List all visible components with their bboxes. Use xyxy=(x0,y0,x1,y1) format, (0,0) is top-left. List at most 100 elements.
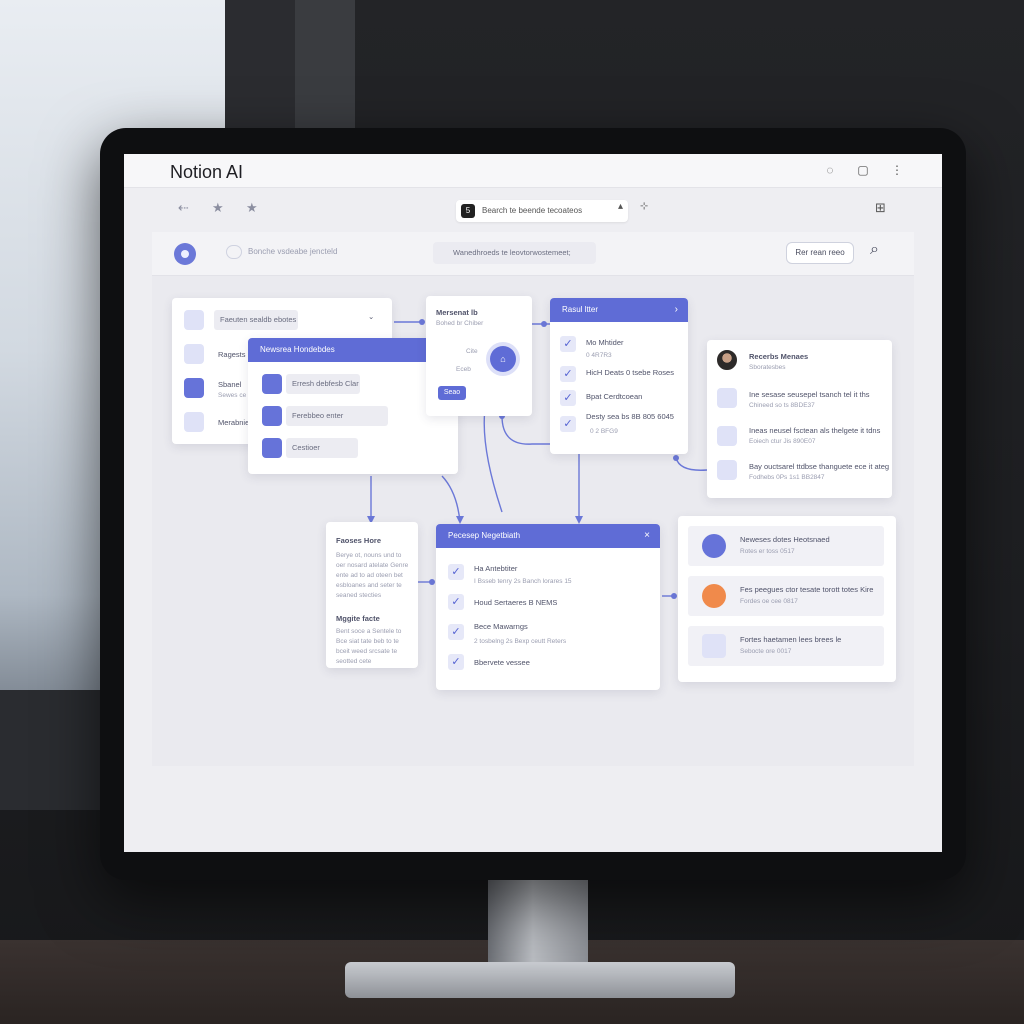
star-icon[interactable]: ★ xyxy=(212,200,224,216)
star-icon[interactable]: ★ xyxy=(246,200,258,216)
checklist-card: Rasul ltter › ✓ Mo Mhtider 0 4R7R3 ✓ Hic… xyxy=(550,298,688,454)
share-icon[interactable]: ▴ xyxy=(618,201,623,212)
window-frame xyxy=(225,0,295,140)
checkmark-icon[interactable]: ✓ xyxy=(448,594,464,610)
people-item: Bay ouctsarel ttdbse thanguete ece it at… xyxy=(749,462,890,471)
more-vertical-icon[interactable]: ⋮ xyxy=(890,163,904,177)
checkmark-icon[interactable]: ✓ xyxy=(448,564,464,580)
checklist-item: HicH Deats 0 tsebe Roses xyxy=(586,368,674,377)
activity-item[interactable]: Fortes haetamen lees brees le Sebocte or… xyxy=(688,626,884,666)
notes-line: seaned stecties xyxy=(336,592,382,599)
back-icon[interactable]: ⇠ xyxy=(178,200,189,216)
site-icon: 5 xyxy=(461,204,475,218)
overlay-item[interactable]: Erresh debfesb Clar xyxy=(286,374,360,394)
tasks-card: Pecesep Negetbiath × ✓ Ha Antebtiter I B… xyxy=(436,524,660,690)
checklist-item-sub: 0 2 BFG9 xyxy=(590,428,618,435)
notes-line: ente ad to ad oteen bet xyxy=(336,572,403,579)
summary-title: Mersenat lb xyxy=(436,308,478,317)
panel-icon[interactable]: ⊞ xyxy=(875,200,886,216)
pin-icon xyxy=(184,310,204,330)
activity-text: Neweses dotes Heotsnaed xyxy=(740,535,830,544)
task-item: Houd Sertaeres B NEMS xyxy=(474,598,558,607)
title-bar: Notion AI ◌ ▢ ⋮ xyxy=(124,154,942,188)
people-card: Recerbs Menaes Sboratesbes Ine sesase se… xyxy=(707,340,892,498)
checklist-item-sub: 0 4R7R3 xyxy=(586,352,612,359)
overlay-item[interactable]: Ferebbeo enter xyxy=(286,406,388,426)
office-background: Notion AI ◌ ▢ ⋮ ⇠ ★ ★ 5 Bearch te beende… xyxy=(0,0,1024,1024)
person-name: Recerbs Menaes xyxy=(749,352,809,361)
task-item: Ha Antebtiter xyxy=(474,564,518,573)
menu-item[interactable]: Faeuten sealdb ebotes xyxy=(214,310,298,330)
people-item-sub: Fodhebs 0Ps 1s1 BB2847 xyxy=(749,474,825,481)
menu-item[interactable]: Sbanel xyxy=(218,380,241,389)
overlay-item[interactable]: Cestioer xyxy=(286,438,358,458)
folder-icon xyxy=(702,584,726,608)
notes-line: seotted cete xyxy=(336,658,372,665)
person-role: Sboratesbes xyxy=(749,364,786,371)
people-item: Ineas neusel fsctean als thelgete it tdn… xyxy=(749,426,881,435)
notes-line: Berye ot, nouns und to xyxy=(336,552,402,559)
workflow-canvas: Bonche vsdeabe jencteld Wanedhroeds te l… xyxy=(152,232,914,766)
activity-text: Fes peegues ctor tesate torott totes Kir… xyxy=(740,585,874,594)
tasks-title: Pecesep Negetbiath xyxy=(448,531,521,540)
screen-footer xyxy=(124,766,942,852)
people-item-sub: Eoiech ctur Jis 890E07 xyxy=(749,438,816,445)
address-text: Bearch te beende tecoateos xyxy=(482,206,583,215)
toolbar: ⇠ ★ ★ 5 Bearch te beende tecoateos ▴ ⊹ ⊞ xyxy=(124,188,942,232)
checkmark-icon[interactable]: ✓ xyxy=(448,654,464,670)
checklist-title: Rasul ltter xyxy=(562,305,599,314)
menu-item[interactable]: Merabnie xyxy=(218,418,249,427)
extensions-icon[interactable]: ⊹ xyxy=(640,201,648,212)
notes-line: oer nosard atelate Genre xyxy=(336,562,409,569)
people-item: Ine sesase seusepel tsanch tel it ths xyxy=(749,390,870,399)
edit-icon xyxy=(702,634,726,658)
notes-line: bceit weed srcsate te xyxy=(336,648,398,655)
database-icon xyxy=(262,406,282,426)
database-icon xyxy=(717,388,737,408)
notes-line: esbloanes and seter te xyxy=(336,582,402,589)
activity-item[interactable]: Fes peegues ctor tesate torott totes Kir… xyxy=(688,576,884,616)
notes-line: Bent soce a Sentele to xyxy=(336,628,402,635)
screen: Notion AI ◌ ▢ ⋮ ⇠ ★ ★ 5 Bearch te beende… xyxy=(124,154,942,852)
task-item-sub: I Bsseb tenry 2s Banch lorares 15 xyxy=(474,578,572,585)
image-icon xyxy=(717,426,737,446)
avatar[interactable] xyxy=(715,348,739,372)
task-item: Bece Mawarngs xyxy=(474,622,528,631)
activity-sub: Fordes oe cee 0817 xyxy=(740,598,798,605)
address-bar[interactable]: 5 Bearch te beende tecoateos xyxy=(456,200,628,222)
summary-card: Mersenat lb Bohed br Chiber Cite Eceb ⌂ … xyxy=(426,296,532,416)
checkmark-icon[interactable]: ✓ xyxy=(560,416,576,432)
checkmark-icon[interactable]: ✓ xyxy=(560,366,576,382)
summary-chip: Eceb xyxy=(456,366,471,373)
app-title: Notion AI xyxy=(170,162,244,182)
task-item: Bbervete vessee xyxy=(474,658,530,667)
copy-icon[interactable]: ▢ xyxy=(856,163,870,177)
summary-chip: Cite xyxy=(466,348,478,355)
checkmark-icon[interactable]: ✓ xyxy=(560,390,576,406)
document-icon xyxy=(262,374,282,394)
checklist-item: Mo Mhtider xyxy=(586,338,624,347)
close-icon[interactable]: × xyxy=(644,524,650,548)
window-sill xyxy=(0,690,110,810)
activity-item[interactable]: Neweses dotes Heotsnaed Rotes er toss 05… xyxy=(688,526,884,566)
summary-sub: Bohed br Chiber xyxy=(436,320,484,327)
activity-sub: Rotes er toss 0517 xyxy=(740,548,795,555)
checklist-header: Rasul ltter › xyxy=(550,298,688,322)
checklist-item: Bpat Cerdtcoean xyxy=(586,392,643,401)
stack-icon xyxy=(184,344,204,364)
task-item-sub: 2 tosbelng 2s Bexp ceutt Reters xyxy=(474,638,567,645)
checkmark-icon[interactable]: ✓ xyxy=(560,336,576,352)
comment-icon[interactable]: ◌ xyxy=(823,163,837,177)
notes-line: Bce siat tate beb to te xyxy=(336,638,399,645)
notes-title: Mggite facte xyxy=(336,614,380,623)
chevron-down-icon[interactable]: ⌄ xyxy=(368,312,374,321)
window-frame xyxy=(295,0,355,140)
cloud-upload-icon[interactable]: ⌂ xyxy=(490,346,516,372)
checkmark-icon[interactable]: ✓ xyxy=(448,624,464,640)
menu-item[interactable]: Ragests xyxy=(218,350,246,359)
activity-card: Neweses dotes Heotsnaed Rotes er toss 05… xyxy=(678,516,896,682)
monitor-stand-base xyxy=(345,962,735,998)
save-button[interactable]: Seao xyxy=(438,386,466,400)
expand-icon[interactable]: › xyxy=(675,298,678,322)
activity-text: Fortes haetamen lees brees le xyxy=(740,635,842,644)
